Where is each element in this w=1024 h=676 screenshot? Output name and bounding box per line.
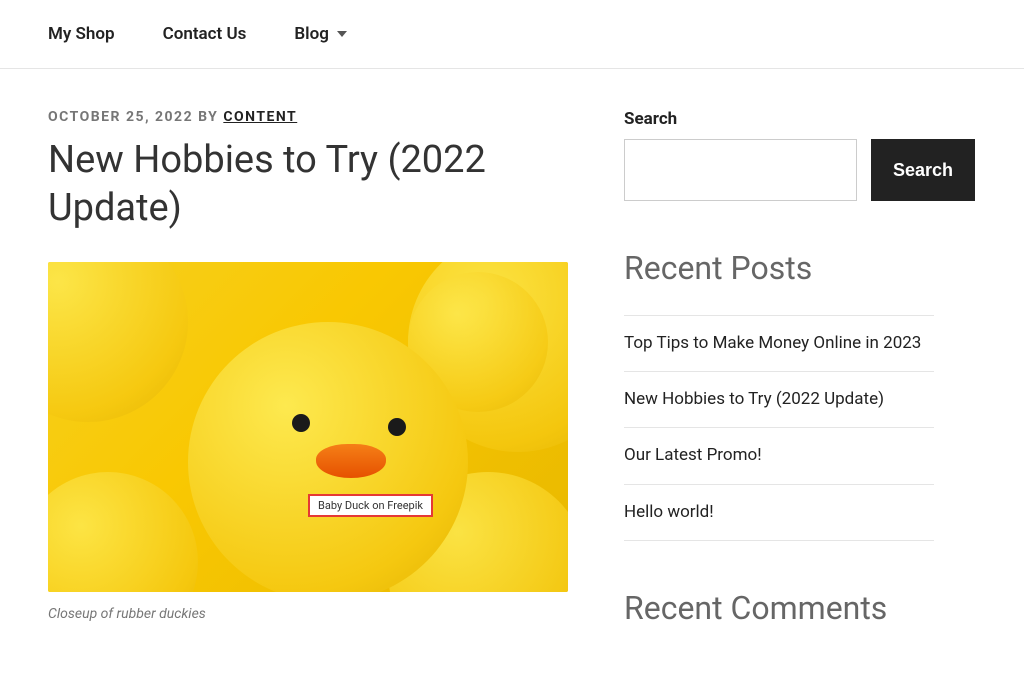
recent-comments-widget: Recent Comments (624, 589, 934, 627)
list-item: Hello world! (624, 485, 934, 541)
post-title: New Hobbies to Try (2022 Update) (48, 137, 568, 232)
recent-post-link[interactable]: Our Latest Promo! (624, 445, 762, 465)
sidebar: Search Search Recent Posts Top Tips to M… (624, 109, 934, 675)
search-label: Search (624, 109, 934, 129)
image-caption: Closeup of rubber duckies (48, 606, 568, 622)
featured-image: Baby Duck on Freepik (48, 262, 568, 592)
chevron-down-icon (337, 31, 347, 37)
recent-comments-heading: Recent Comments (624, 589, 934, 627)
recent-post-link[interactable]: Top Tips to Make Money Online in 2023 (624, 333, 921, 353)
recent-posts-heading: Recent Posts (624, 249, 934, 287)
featured-figure: Baby Duck on Freepik Closeup of rubber d… (48, 262, 568, 622)
nav-contact-us[interactable]: Contact Us (163, 24, 247, 44)
main-content: OCTOBER 25, 2022 BY CONTENT New Hobbies … (48, 109, 568, 675)
nav-blog-label: Blog (294, 24, 329, 44)
list-item: Top Tips to Make Money Online in 2023 (624, 315, 934, 372)
recent-posts-widget: Recent Posts Top Tips to Make Money Onli… (624, 249, 934, 541)
nav-my-shop[interactable]: My Shop (48, 24, 115, 44)
post-meta: OCTOBER 25, 2022 BY CONTENT (48, 109, 568, 125)
search-input[interactable] (624, 139, 857, 201)
recent-posts-list: Top Tips to Make Money Online in 2023 Ne… (624, 315, 934, 541)
search-button[interactable]: Search (871, 139, 975, 201)
post-date: OCTOBER 25, 2022 (48, 109, 193, 125)
image-tooltip: Baby Duck on Freepik (308, 494, 433, 517)
by-label: BY (193, 109, 223, 125)
search-widget: Search Search (624, 109, 934, 201)
post-author-link[interactable]: CONTENT (223, 109, 297, 125)
list-item: New Hobbies to Try (2022 Update) (624, 372, 934, 428)
nav-blog[interactable]: Blog (294, 24, 347, 44)
list-item: Our Latest Promo! (624, 428, 934, 484)
main-nav: My Shop Contact Us Blog (0, 0, 1024, 69)
recent-post-link[interactable]: Hello world! (624, 502, 714, 522)
recent-post-link[interactable]: New Hobbies to Try (2022 Update) (624, 389, 884, 409)
